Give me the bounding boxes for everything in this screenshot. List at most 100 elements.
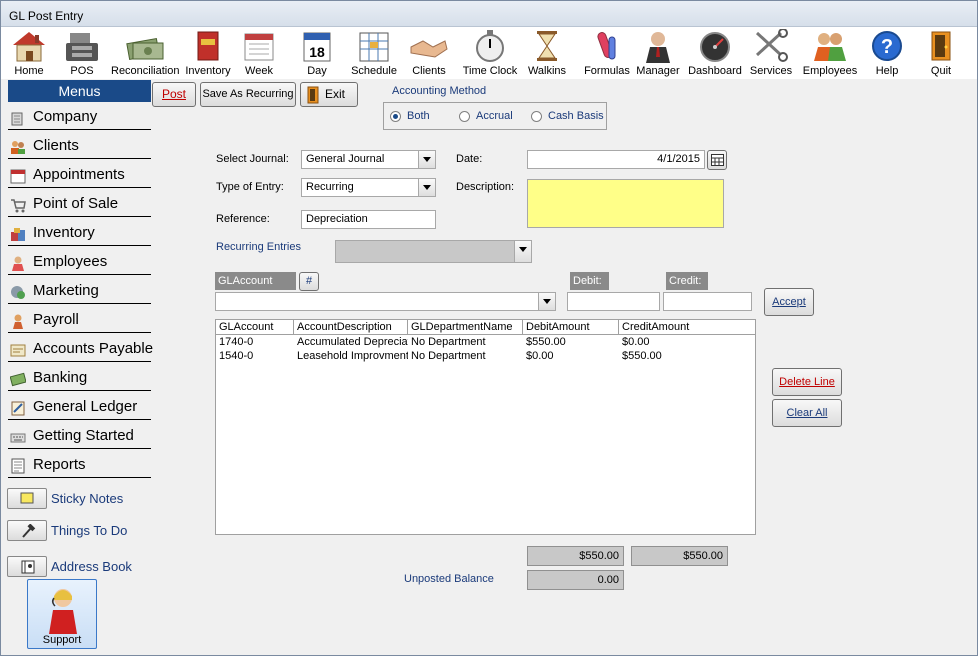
cell-account-description: Accumulated Depreciation — [297, 336, 408, 348]
hash-button[interactable]: # — [299, 272, 319, 291]
sidebar-item-inventory[interactable]: Inventory — [8, 218, 151, 246]
cell-gl-department: No Department — [411, 350, 486, 362]
book-icon — [197, 31, 219, 61]
accept-button[interactable]: Accept — [764, 288, 814, 316]
calendar-icon — [711, 154, 724, 166]
date-input[interactable]: 4/1/2015 — [527, 150, 705, 169]
type-of-entry-chevron-down-icon[interactable] — [418, 179, 435, 196]
toolbar-pos[interactable]: POS — [61, 27, 103, 79]
address-book-button[interactable] — [7, 556, 47, 577]
window-title: GL Post Entry — [9, 9, 84, 23]
svg-text:18: 18 — [309, 44, 325, 60]
sticky-note-icon — [20, 492, 34, 504]
recurring-entries-dropdown[interactable] — [335, 240, 532, 263]
sidebar-item-marketing[interactable]: Marketing — [8, 276, 151, 304]
gauge-icon — [700, 32, 730, 62]
recurring-entries-label: Recurring Entries — [216, 241, 301, 253]
description-input[interactable] — [527, 179, 724, 228]
gl-post-entry-window: GL Post Entry Home POS Reconciliation In… — [0, 0, 978, 656]
sidebar-item-banking[interactable]: Banking — [8, 363, 151, 391]
radio-cash-basis-indicator[interactable] — [531, 111, 542, 122]
type-of-entry-label: Type of Entry: — [216, 181, 284, 193]
help-icon: ? — [872, 31, 902, 61]
debit-header: Debit: — [570, 272, 609, 290]
delete-line-button[interactable]: Delete Line — [772, 368, 842, 396]
marketing-icon — [11, 286, 25, 299]
accounting-method-group: Both Accrual Cash Basis — [383, 102, 607, 130]
toolbar-inventory[interactable]: Inventory — [183, 27, 233, 79]
cell-debit-amount: $550.00 — [526, 336, 566, 348]
radio-both-indicator[interactable] — [390, 111, 401, 122]
day-calendar-icon: 18 — [303, 32, 331, 62]
inventory-icon — [11, 228, 25, 241]
glaccount-header: GLAccount — [215, 272, 296, 290]
glaccount-chevron-down-icon[interactable] — [538, 293, 555, 310]
cell-credit-amount: $0.00 — [622, 336, 650, 348]
column-header-gl-department[interactable]: GLDepartmentName — [408, 320, 523, 335]
house-icon — [13, 32, 45, 62]
select-journal-chevron-down-icon[interactable] — [418, 151, 435, 168]
column-header-glaccount[interactable]: GLAccount — [216, 320, 294, 335]
sidebar-item-clients[interactable]: Clients — [8, 131, 151, 159]
exit-button[interactable]: Exit — [300, 82, 358, 107]
reports-icon — [11, 458, 25, 474]
clear-all-button[interactable]: Clear All — [772, 399, 842, 427]
sidebar-item-getting-started[interactable]: Getting Started — [8, 421, 151, 449]
recurring-entries-chevron-down-icon[interactable] — [514, 241, 531, 262]
toolbar-clients[interactable]: Clients — [407, 27, 451, 79]
toolbar-help[interactable]: ? Help — [865, 27, 909, 79]
credit-header: Credit: — [666, 272, 708, 290]
post-button[interactable]: Post — [152, 82, 196, 107]
toolbar-day[interactable]: 18 Day — [297, 27, 337, 79]
sidebar-item-point-of-sale[interactable]: Point of Sale — [8, 189, 151, 217]
save-as-recurring-button[interactable]: Save As Recurring — [200, 82, 296, 107]
toolbar-services[interactable]: Services — [749, 27, 793, 79]
toolbar-dashboard[interactable]: Dashboard — [687, 27, 743, 79]
toolbar-manager[interactable]: Manager — [635, 27, 681, 79]
debit-input[interactable] — [567, 292, 660, 311]
toolbar-formulas[interactable]: Formulas — [583, 27, 631, 79]
select-journal-dropdown[interactable]: General Journal — [301, 150, 436, 169]
sidebar-item-employees[interactable]: Employees — [8, 247, 151, 275]
sidebar-item-reports[interactable]: Reports — [8, 450, 151, 478]
money-icon — [126, 37, 164, 61]
things-to-do-button[interactable] — [7, 520, 47, 541]
company-icon — [11, 112, 23, 126]
column-header-credit-amount[interactable]: CreditAmount — [619, 320, 755, 335]
toolbar-quit[interactable]: Quit — [919, 27, 963, 79]
toolbar-home[interactable]: Home — [7, 27, 51, 79]
credit-total: $550.00 — [631, 546, 728, 566]
radio-accrual-indicator[interactable] — [459, 111, 470, 122]
sidebar-item-payroll[interactable]: Payroll — [8, 305, 151, 333]
sidebar-item-general-ledger[interactable]: General Ledger — [8, 392, 151, 420]
hourglass-icon — [537, 31, 557, 61]
sidebar-item-company[interactable]: Company — [8, 102, 151, 130]
toolbar-week[interactable]: Week — [239, 27, 279, 79]
toolbar-employees[interactable]: Employees — [801, 27, 859, 79]
toolbar-walkins[interactable]: Walkins — [525, 27, 569, 79]
test-tube-icon — [597, 32, 616, 60]
stopwatch-icon — [476, 30, 504, 62]
credit-input[interactable] — [663, 292, 752, 311]
payroll-icon — [13, 314, 23, 329]
date-picker-button[interactable] — [707, 150, 727, 170]
reference-input[interactable]: Depreciation — [301, 210, 436, 229]
column-header-debit-amount[interactable]: DebitAmount — [523, 320, 619, 335]
sidebar-item-accounts-payable[interactable]: Accounts Payable — [8, 334, 153, 362]
glaccount-dropdown[interactable] — [215, 292, 556, 311]
hammer-icon — [22, 524, 36, 538]
support-button[interactable]: Support — [27, 579, 97, 649]
type-of-entry-dropdown[interactable]: Recurring — [301, 178, 436, 197]
toolbar-reconciliation[interactable]: Reconciliation — [111, 27, 179, 79]
clients-icon — [11, 141, 25, 154]
unposted-balance-value: 0.00 — [527, 570, 624, 590]
column-header-account-description[interactable]: AccountDescription — [294, 320, 408, 335]
toolbar-schedule[interactable]: Schedule — [349, 27, 399, 79]
accounting-method-title: Accounting Method — [392, 85, 487, 97]
cart-icon — [11, 199, 26, 213]
sticky-notes-button[interactable] — [7, 488, 47, 509]
ledger-icon — [11, 401, 25, 416]
cell-glaccount: 1540-0 — [219, 350, 254, 362]
toolbar-time-clock[interactable]: Time Clock — [461, 27, 519, 79]
sidebar-item-appointments[interactable]: Appointments — [8, 160, 151, 188]
